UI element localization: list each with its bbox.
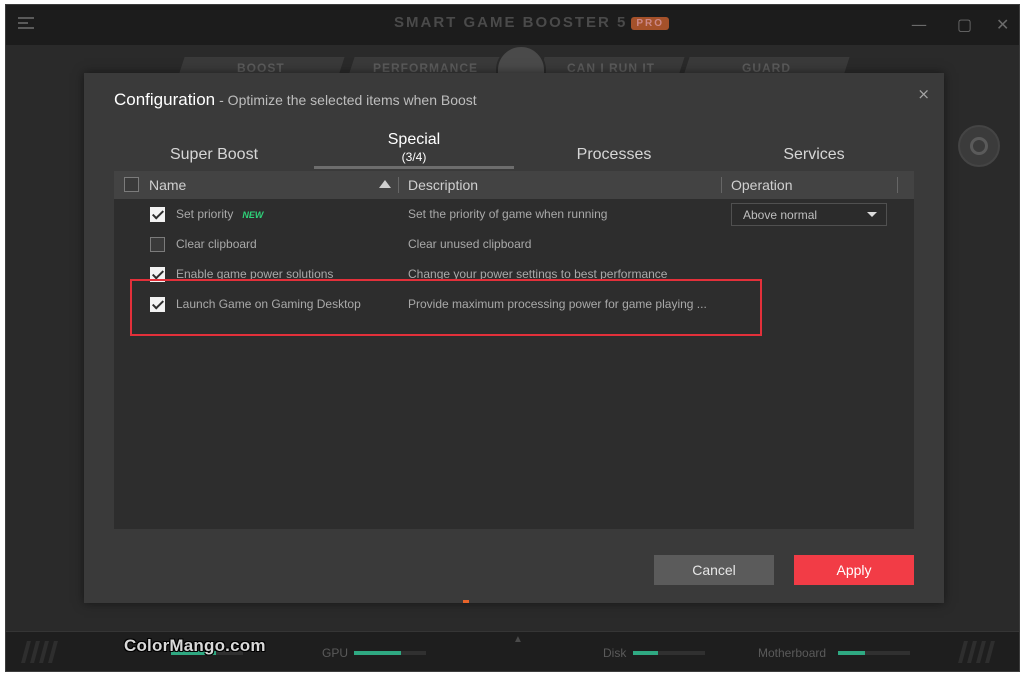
indicator-dot	[463, 600, 469, 603]
table-row-clear-clipboard[interactable]: Clear clipboard Clear unused clipboard	[114, 229, 914, 259]
minimize-icon[interactable]: —	[911, 15, 927, 34]
tab-special-label: Special	[387, 131, 441, 148]
app-title: SMART GAME BOOSTER 5 PRO	[394, 14, 670, 31]
apply-button[interactable]: Apply	[794, 555, 914, 585]
priority-dropdown-value: Above normal	[743, 208, 818, 222]
tab-services-label: Services	[783, 146, 845, 163]
highlight-annotation-box	[130, 279, 762, 336]
dialog-subtitle: - Optimize the selected items when Boost	[219, 92, 477, 108]
tab-processes[interactable]: Processes	[514, 131, 714, 169]
row-checkbox[interactable]	[150, 237, 165, 252]
dialog-title-text: Configuration	[114, 90, 216, 109]
column-divider[interactable]	[398, 177, 399, 193]
dropdown-arrow-icon	[867, 212, 877, 217]
row-description: Set the priority of game when running	[408, 207, 608, 221]
cancel-button[interactable]: Cancel	[654, 555, 774, 585]
row-description: Clear unused clipboard	[408, 237, 532, 251]
column-divider[interactable]	[897, 177, 898, 193]
maximize-icon[interactable]: ▢	[957, 15, 972, 34]
pro-badge: PRO	[631, 16, 670, 30]
configuration-dialog: Configuration - Optimize the selected ite…	[84, 73, 944, 603]
priority-dropdown[interactable]: Above normal	[731, 203, 887, 226]
disk-label: Disk	[603, 646, 627, 660]
column-divider[interactable]	[721, 177, 722, 193]
table-row-set-priority[interactable]: Set priority NEW Set the priority of game…	[114, 199, 914, 229]
watermark-text: ColorMango.com	[124, 636, 266, 655]
chevron-up-icon[interactable]: ▲	[513, 634, 523, 645]
new-badge: NEW	[242, 210, 264, 220]
row-name: Set priority NEW	[176, 207, 264, 221]
motherboard-meter	[838, 651, 910, 655]
table-header: Name Description Operation	[114, 171, 914, 199]
close-icon[interactable]: ✕	[996, 15, 1009, 34]
dialog-title: Configuration - Optimize the selected ite…	[114, 90, 477, 110]
sort-ascending-icon[interactable]	[379, 180, 391, 188]
gpu-meter	[354, 651, 426, 655]
menu-icon[interactable]	[18, 17, 34, 31]
row-checkbox[interactable]	[150, 207, 165, 222]
app-titlebar: SMART GAME BOOSTER 5 PRO — ▢ ✕	[6, 5, 1019, 45]
tab-services[interactable]: Services	[714, 131, 914, 169]
column-header-operation[interactable]: Operation	[731, 177, 792, 193]
row-name: Clear clipboard	[176, 237, 257, 251]
disk-meter	[633, 651, 705, 655]
tab-super-boost[interactable]: Super Boost	[114, 131, 314, 169]
tab-processes-label: Processes	[576, 146, 652, 163]
column-header-name[interactable]: Name	[149, 177, 186, 193]
gamepad-icon[interactable]	[958, 125, 1000, 167]
tab-special-count: (3/4)	[401, 150, 427, 164]
column-header-description[interactable]: Description	[408, 177, 478, 193]
app-title-text: SMART GAME BOOSTER 5	[394, 14, 628, 31]
tab-super-boost-label: Super Boost	[169, 146, 259, 163]
dialog-close-icon[interactable]: ×	[917, 85, 930, 103]
tab-special[interactable]: Special (3/4)	[314, 131, 514, 169]
stripe-decoration-right	[958, 641, 995, 663]
stripe-decoration-left	[21, 641, 58, 663]
select-all-checkbox[interactable]	[124, 177, 139, 192]
special-items-table: Name Description Operation Set priority N…	[114, 171, 914, 529]
motherboard-label: Motherboard	[758, 646, 827, 660]
gpu-label: GPU	[322, 646, 349, 660]
